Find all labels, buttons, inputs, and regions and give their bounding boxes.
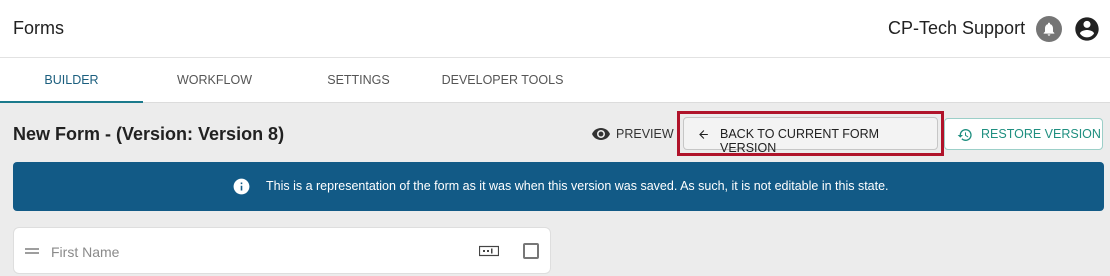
arrow-left-icon — [699, 130, 708, 139]
tab-settings[interactable]: SETTINGS — [286, 58, 431, 103]
account-circle-icon[interactable] — [1073, 15, 1101, 43]
tab-workflow[interactable]: WORKFLOW — [143, 58, 286, 103]
form-field-card[interactable]: First Name — [13, 227, 551, 274]
banner-message: This is a representation of the form as … — [266, 179, 889, 193]
tab-builder[interactable]: BUILDER — [0, 58, 143, 103]
app-header: Forms CP-Tech Support — [0, 0, 1110, 58]
restore-history-icon — [957, 129, 972, 141]
tab-bar: BUILDER WORKFLOW SETTINGS DEVELOPER TOOL… — [0, 58, 1110, 103]
preview-button[interactable]: PREVIEW — [588, 120, 674, 148]
back-to-current-version-button[interactable]: BACK TO CURRENT FORM VERSION — [683, 117, 938, 155]
back-to-current-version-label: BACK TO CURRENT FORM VERSION — [720, 127, 880, 155]
drag-handle-icon[interactable] — [25, 248, 39, 254]
preview-label: PREVIEW — [616, 127, 674, 141]
info-icon — [233, 178, 250, 195]
app-title: Forms — [13, 18, 64, 38]
field-label: First Name — [51, 244, 120, 260]
text-field-icon — [479, 245, 499, 257]
tab-developer-tools[interactable]: DEVELOPER TOOLS — [431, 58, 574, 103]
info-banner: This is a representation of the form as … — [13, 162, 1104, 211]
restore-version-label: RESTORE VERSION — [981, 127, 1101, 141]
notification-bell-icon[interactable] — [1036, 16, 1062, 42]
field-checkbox[interactable] — [523, 243, 539, 259]
eye-icon — [592, 128, 610, 140]
form-version-title: New Form - (Version: Version 8) — [13, 124, 285, 144]
restore-version-button[interactable]: RESTORE VERSION — [944, 118, 1103, 150]
user-name[interactable]: CP-Tech Support — [888, 18, 1025, 39]
